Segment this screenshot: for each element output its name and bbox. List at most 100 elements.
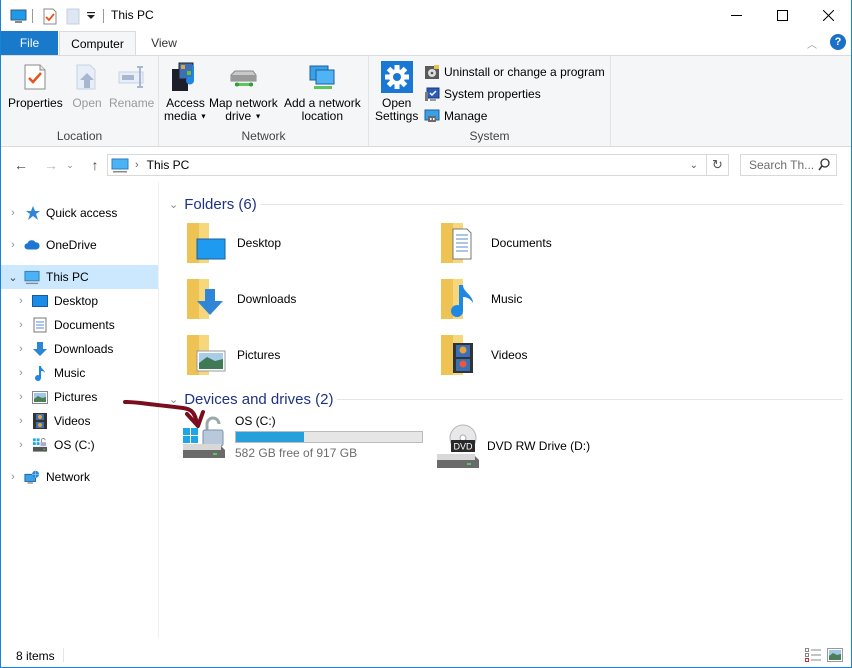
documents-icon [32,317,48,333]
expand-chevron-icon[interactable]: › [16,391,26,403]
expand-chevron-icon[interactable]: › [16,439,26,451]
divider [63,648,64,662]
properties-button[interactable]: Properties [8,60,63,110]
expand-chevron-icon[interactable]: › [16,367,26,379]
desktop-icon [32,293,48,309]
new-folder-quick-access-icon[interactable] [66,7,80,25]
folder-pictures[interactable]: Pictures [183,330,433,380]
drive-free-space: 582 GB free of 917 GB [235,446,358,460]
ribbon-group-location: Properties Open Rename Location [1,56,159,146]
chevron-down-icon: ⌄ [66,159,74,170]
back-button[interactable]: ← [11,155,31,175]
expand-chevron-icon[interactable]: › [8,207,18,219]
minimize-ribbon-chevron-icon[interactable]: ︿ [807,36,817,51]
maximize-button[interactable] [759,0,805,30]
recent-locations-dropdown[interactable]: ⌄ [64,155,76,175]
drive-dvd-d[interactable]: DVD DVD RW Drive (D:) [435,418,685,474]
customize-quick-access-dropdown-icon[interactable] [87,7,95,25]
rename-button[interactable]: Rename [109,60,154,110]
drive-label: OS (C:) [235,414,276,428]
tab-file[interactable]: File [1,31,58,55]
open-icon [71,60,103,94]
expand-chevron-icon[interactable]: › [16,319,26,331]
help-icon[interactable]: ? [830,34,846,50]
address-history-dropdown-icon[interactable]: ⌄ [690,160,698,171]
videos-icon [32,413,48,429]
tab-computer[interactable]: Computer [59,31,136,56]
address-input[interactable]: › This PC ⌄ [107,154,707,176]
folder-documents[interactable]: Documents [437,218,687,268]
search-icon [818,158,830,174]
properties-icon [19,60,51,94]
expand-chevron-icon[interactable]: › [16,295,26,307]
nav-item-quick-access[interactable]: › Quick access [1,201,158,225]
folder-music[interactable]: Music [437,274,687,324]
item-count: 8 items [16,648,55,663]
map-network-drive-button[interactable]: Map network drive ▼ [209,60,278,123]
add-network-location-button[interactable]: Add a network location [284,60,361,123]
dvd-drive-icon: DVD [435,422,483,470]
search-input[interactable]: Search Th... [740,154,837,176]
folder-downloads[interactable]: Downloads [183,274,433,324]
forward-button[interactable]: → [41,155,61,175]
nav-item-desktop[interactable]: › Desktop [1,289,158,313]
open-button[interactable]: Open [71,60,103,110]
minimize-button[interactable] [713,0,759,30]
nav-item-os-c[interactable]: › OS (C:) [1,433,158,457]
open-settings-button[interactable]: Open Settings [375,60,418,123]
folders-group-header[interactable]: ⌄ Folders (6) [169,194,257,214]
tab-view[interactable]: View [141,31,187,55]
file-explorer-window: This PC File Computer View ︿ ? Propertie… [0,0,852,668]
up-button[interactable]: ↑ [85,155,105,175]
ribbon-tabs: File Computer View ︿ ? [1,31,851,56]
collapse-chevron-icon[interactable]: ⌄ [8,271,18,284]
videos-folder-icon [437,331,485,379]
minimize-icon [730,14,742,16]
add-network-location-icon [306,60,338,94]
this-pc-app-icon [10,7,27,25]
map-network-drive-label: Map network drive ▼ [209,96,278,123]
nav-item-this-pc[interactable]: ⌄ This PC [1,265,158,289]
properties-quick-access-icon[interactable] [43,7,57,25]
svg-text:DVD: DVD [453,442,473,452]
close-icon [822,9,834,21]
nav-item-network[interactable]: › Network [1,465,158,489]
nav-item-music[interactable]: › Music [1,361,158,385]
details-view-icon[interactable] [805,648,821,665]
nav-item-onedrive[interactable]: › OneDrive [1,233,158,257]
divider [337,399,843,400]
drive-usage-bar [235,431,423,443]
open-settings-label: Open Settings [375,96,419,123]
this-pc-icon [24,269,40,285]
folder-videos[interactable]: Videos [437,330,687,380]
large-icons-view-icon[interactable] [827,648,843,665]
expand-chevron-icon[interactable]: › [16,343,26,355]
drive-label: DVD RW Drive (D:) [487,439,591,453]
downloads-folder-icon [183,275,231,323]
ribbon-group-network: Access media ▼ Map network drive ▼ Add a n… [159,56,369,146]
uninstall-icon [423,64,440,81]
group-collapse-chevron-icon: ⌄ [169,198,179,211]
address-path[interactable]: This PC [147,158,190,172]
system-properties-button[interactable]: System properties [423,84,541,104]
onedrive-cloud-icon [24,237,40,253]
nav-item-downloads[interactable]: › Downloads [1,337,158,361]
folder-desktop[interactable]: Desktop [183,218,433,268]
access-media-button[interactable]: Access media ▼ [164,60,207,123]
nav-item-documents[interactable]: › Documents [1,313,158,337]
refresh-button[interactable]: ↻ [706,154,729,176]
access-media-icon [169,60,201,94]
manage-button[interactable]: Manage [423,106,487,126]
documents-folder-icon [437,219,485,267]
rename-icon [116,60,148,94]
title-bar: This PC [1,0,851,31]
uninstall-program-button[interactable]: Uninstall or change a program [423,62,605,82]
expand-chevron-icon[interactable]: › [8,239,18,251]
search-placeholder: Search Th... [749,158,815,172]
expand-chevron-icon[interactable]: › [8,471,18,483]
music-folder-icon [437,275,485,323]
close-button[interactable] [805,0,851,30]
drive-os-c-info: OS (C:) 582 GB free of 917 GB [235,414,423,460]
os-drive-icon [32,437,48,453]
expand-chevron-icon[interactable]: › [16,415,26,427]
